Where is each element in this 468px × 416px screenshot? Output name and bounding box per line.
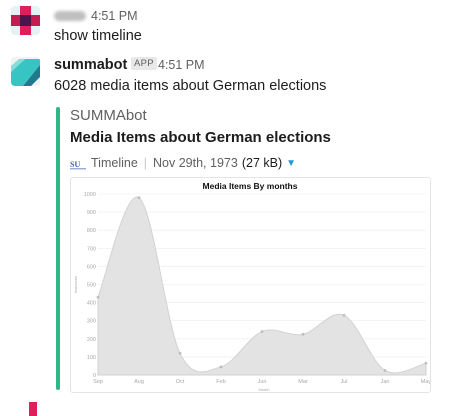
data-point [424, 361, 428, 365]
y-tick-label: 700 [87, 246, 96, 252]
next-user-avatar[interactable] [22, 402, 44, 416]
svg-text:SU: SU [70, 160, 80, 169]
data-point [219, 365, 223, 369]
x-tick-label: May [421, 379, 430, 385]
attachment-title[interactable]: Media Items about German elections [70, 129, 331, 146]
chevron-down-icon[interactable]: ▼ [286, 158, 296, 169]
user-avatar[interactable] [11, 6, 40, 35]
x-tick-label: Jun [258, 379, 267, 385]
y-tick-label: 300 [87, 319, 96, 325]
x-tick-label: Feb [216, 379, 225, 385]
x-tick-label: Jan [381, 379, 390, 385]
x-axis-ticks: Sep Aug Oct Feb Jun Mar Jul Jan May [93, 379, 430, 385]
attachment-meta: SU Timeline | Nov 29th, 1973 (27 kB) ▼ [70, 156, 296, 170]
y-tick-label: 400 [87, 301, 96, 307]
y-tick-label: 200 [87, 337, 96, 343]
data-point [342, 313, 346, 317]
y-axis-ticks: 01002003004005006007008009001000 [84, 192, 96, 379]
message-text: show timeline [54, 28, 142, 44]
data-point [178, 351, 182, 355]
x-tick-label: Aug [134, 379, 144, 385]
y-axis-label: Instances [73, 276, 78, 293]
y-tick-label: 100 [87, 355, 96, 361]
file-size: (27 kB) [241, 156, 283, 170]
blurred-username[interactable] [54, 11, 86, 21]
timeline-chart-image[interactable]: Media Items By months 0 100 200 300 400 500 60… [70, 177, 431, 393]
x-axis-label: Month [258, 387, 269, 392]
series-area [97, 196, 427, 376]
attachment-author: SUMMAbot [70, 107, 147, 124]
y-tick-label: 800 [87, 228, 96, 234]
data-point [301, 332, 305, 336]
data-point [137, 196, 141, 200]
message-timestamp[interactable]: 4:51 PM [91, 9, 138, 23]
bot-name[interactable]: summabot [54, 57, 127, 73]
data-point [383, 369, 387, 372]
area-chart: Media Items By months 010020030040050060… [73, 181, 430, 392]
file-date: Nov 29th, 1973 [153, 156, 238, 170]
summa-logo-icon: SU [70, 157, 86, 170]
chart-title: Media Items By months [203, 181, 298, 191]
x-tick-label: Sep [93, 379, 103, 385]
message-timestamp[interactable]: 4:51 PM [158, 58, 205, 72]
message-text: 6028 media items about German elections [54, 78, 327, 94]
y-tick-label: 900 [87, 210, 96, 216]
app-badge: APP [131, 57, 157, 70]
y-tick-label: 600 [87, 264, 96, 270]
x-tick-label: Mar [298, 379, 308, 385]
attachment-accent-bar [56, 107, 60, 390]
x-tick-label: Jul [340, 379, 347, 385]
summabot-avatar[interactable] [11, 57, 40, 86]
service-name[interactable]: Timeline [91, 156, 138, 170]
y-tick-label: 1000 [84, 192, 96, 198]
data-point [96, 295, 100, 299]
x-tick-label: Oct [176, 379, 185, 385]
y-tick-label: 500 [87, 283, 96, 289]
meta-divider: | [143, 156, 148, 170]
data-point [260, 330, 264, 333]
